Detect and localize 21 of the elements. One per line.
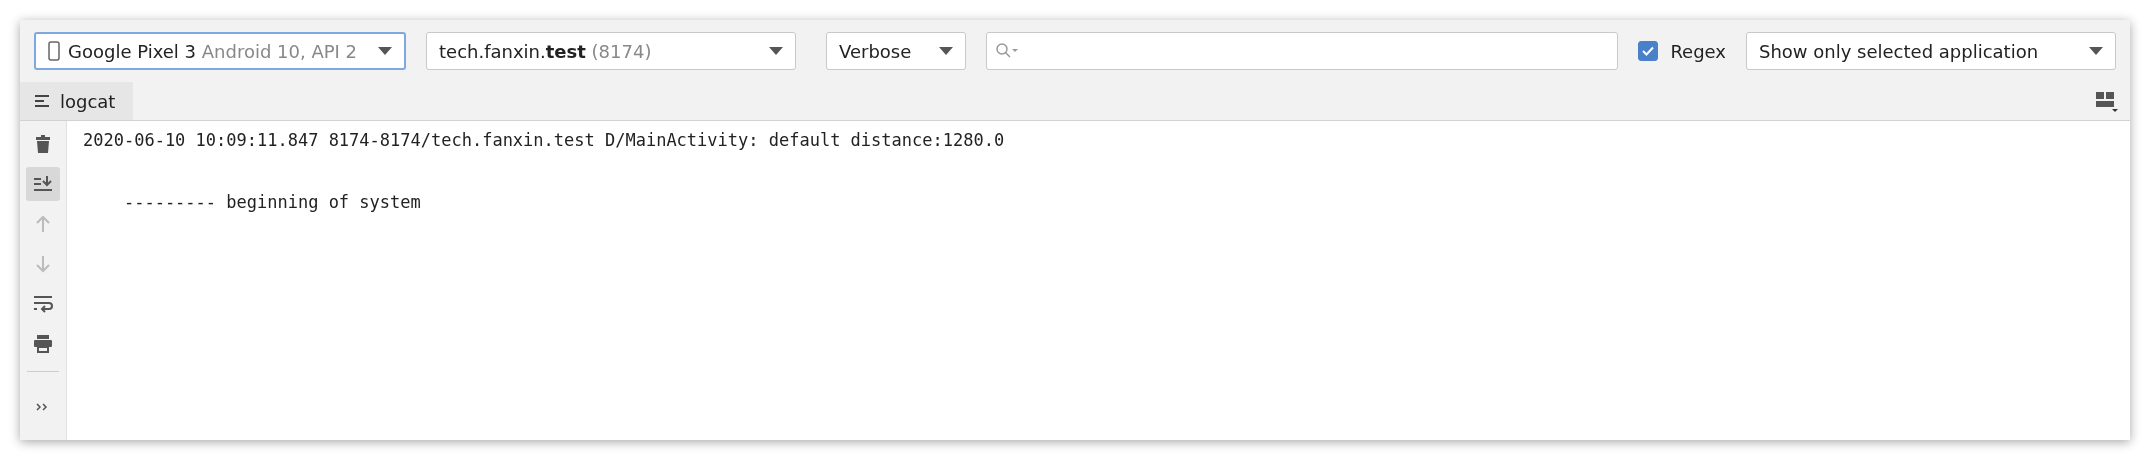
caret-icon (939, 47, 953, 55)
log-level-dropdown[interactable]: Verbose (826, 32, 966, 70)
device-dropdown[interactable]: Google Pixel 3 Android 10, API 2 (34, 32, 406, 70)
scroll-to-end-button[interactable] (26, 167, 60, 201)
phone-icon (48, 41, 60, 61)
regex-label: Regex (1670, 40, 1726, 62)
filter-dropdown[interactable]: Show only selected application (1746, 32, 2116, 70)
printer-icon (32, 333, 54, 355)
log-line-text: 2020-06-10 10:09:11.847 8174-8174/tech.fanxin.test D/MainActivity: default distance:1280.0 (83, 129, 1006, 152)
layout-icon[interactable] (2094, 90, 2118, 112)
caret-icon (2089, 47, 2103, 55)
regex-checkbox[interactable] (1638, 41, 1659, 61)
caret-icon (378, 47, 392, 55)
caret-icon (769, 47, 783, 55)
process-dropdown[interactable]: tech.fanxin.test (8174) (426, 32, 796, 70)
logcat-tab[interactable]: logcat (20, 82, 134, 120)
search-field[interactable] (986, 32, 1619, 70)
lines-icon (34, 94, 52, 108)
wrap-icon (32, 293, 54, 315)
log-banner-text: --------- beginning of system (122, 191, 422, 214)
search-icon (995, 42, 1019, 60)
